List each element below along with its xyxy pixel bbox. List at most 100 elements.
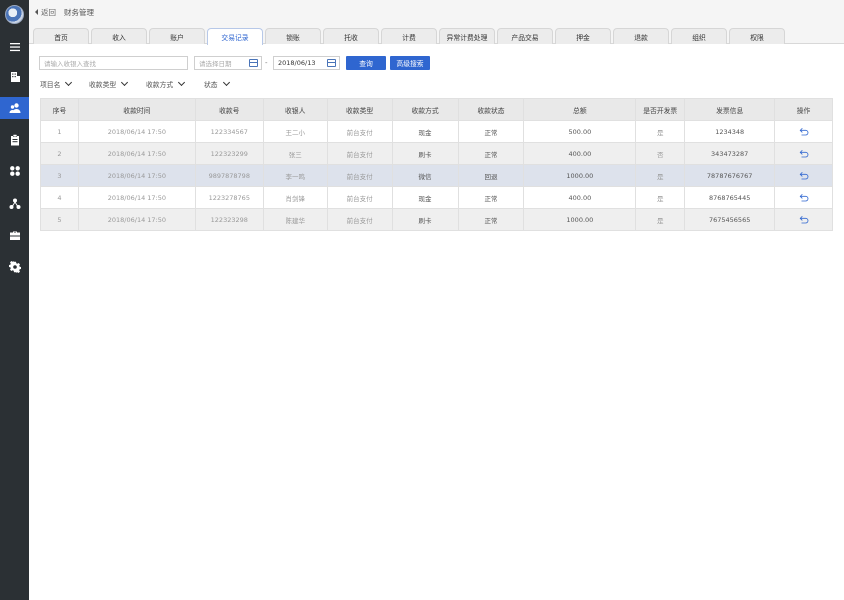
query-button[interactable]: 查询 — [346, 56, 386, 70]
calendar-icon[interactable] — [249, 59, 258, 67]
tab-permissions[interactable]: 权限 — [729, 28, 785, 44]
calendar-icon[interactable] — [327, 59, 336, 67]
users-icon[interactable] — [0, 97, 29, 119]
column-header: 收款号 — [195, 99, 264, 121]
back-label: 返回 — [41, 7, 56, 17]
column-header: 是否开发票 — [636, 99, 686, 121]
gear-icon[interactable] — [0, 256, 29, 278]
chevron-down-icon — [121, 78, 129, 87]
dropdown-label: 状态 — [204, 81, 218, 89]
tab-billing[interactable]: 计费 — [381, 28, 437, 44]
tab-home[interactable]: 首页 — [33, 28, 89, 44]
cell-invoice-flag: 是 — [636, 121, 686, 143]
cell-index: 1 — [41, 121, 79, 143]
cell-receipt-no: 9897878798 — [195, 165, 264, 187]
column-header: 收款方式 — [392, 99, 459, 121]
tab-account[interactable]: 账户 — [149, 28, 205, 44]
table-row[interactable]: 3 2018/06/14 17:50 9897878798 李一鸣 前台支付 微… — [41, 165, 834, 187]
cell-index: 5 — [41, 209, 79, 231]
cell-time: 2018/06/14 17:50 — [78, 209, 196, 231]
table-row[interactable]: 4 2018/06/14 17:50 1223278765 肖剑锋 前台支付 现… — [41, 187, 834, 209]
column-header: 收款时间 — [78, 99, 196, 121]
project-dropdown[interactable]: 项目名 — [40, 78, 73, 89]
cell-status: 正常 — [458, 187, 525, 209]
cell-invoice-flag: 是 — [636, 165, 686, 187]
network-icon[interactable] — [0, 193, 29, 215]
dropdown-label: 项目名 — [40, 81, 61, 89]
cell-invoice-info: 343473287 — [685, 143, 776, 165]
date-start-placeholder: 请选择日期 — [199, 60, 232, 68]
top-bar: 返回 财务管理 — [29, 0, 844, 24]
cell-type: 前台支付 — [327, 209, 393, 231]
search-input[interactable]: 请输入收银入查找 — [39, 56, 188, 70]
column-header: 总额 — [524, 99, 637, 121]
cell-amount: 1000.00 — [524, 165, 637, 187]
apps-icon[interactable] — [0, 160, 29, 182]
cell-cashier: 张三 — [263, 143, 328, 165]
cell-invoice-info: 8768765445 — [685, 187, 776, 209]
column-header: 发票信息 — [685, 99, 776, 121]
cell-status: 回退 — [458, 165, 525, 187]
undo-icon[interactable] — [775, 187, 834, 209]
cell-amount: 400.00 — [524, 143, 637, 165]
tab-collection[interactable]: 托收 — [323, 28, 379, 44]
undo-icon[interactable] — [775, 209, 834, 231]
clipboard-icon[interactable] — [0, 129, 29, 151]
back-link[interactable]: 返回 — [35, 7, 56, 18]
chevron-down-icon — [222, 78, 230, 87]
table-row[interactable]: 1 2018/06/14 17:50 122334567 王二小 前台支付 现金… — [41, 121, 834, 143]
cell-index: 2 — [41, 143, 79, 165]
tab-deposit[interactable]: 押金 — [555, 28, 611, 44]
tab-abnormal-billing[interactable]: 异常计费处理 — [439, 28, 495, 44]
tab-bar: 首页 收入 账户 交易记录 锁账 托收 计费 异常计费处理 产品交易 押金 退款… — [29, 24, 844, 45]
column-header: 操作 — [775, 99, 834, 121]
date-end-field[interactable]: 2018/06/13 — [273, 56, 340, 70]
cell-invoice-flag: 是 — [636, 187, 686, 209]
cell-cashier: 王二小 — [263, 121, 328, 143]
cell-cashier: 肖剑锋 — [263, 187, 328, 209]
search-placeholder: 请输入收银入查找 — [44, 60, 96, 68]
undo-icon[interactable] — [775, 143, 834, 165]
cell-time: 2018/06/14 17:50 — [78, 165, 196, 187]
cell-type: 前台支付 — [327, 165, 393, 187]
breadcrumb: 财务管理 — [64, 7, 94, 17]
payment-method-dropdown[interactable]: 收款方式 — [146, 78, 186, 89]
table-row[interactable]: 2 2018/06/14 17:50 122323299 张三 前台支付 刷卡 … — [41, 143, 834, 165]
tab-organization[interactable]: 组织 — [671, 28, 727, 44]
cell-time: 2018/06/14 17:50 — [78, 143, 196, 165]
tab-refund[interactable]: 退款 — [613, 28, 669, 44]
back-arrow-icon — [35, 9, 38, 15]
cell-invoice-flag: 否 — [636, 143, 686, 165]
briefcase-icon[interactable] — [0, 225, 29, 247]
cell-amount: 500.00 — [524, 121, 637, 143]
cell-receipt-no: 122323298 — [195, 209, 264, 231]
building-icon[interactable] — [0, 66, 29, 88]
cell-amount: 400.00 — [524, 187, 637, 209]
cell-receipt-no: 1223278765 — [195, 187, 264, 209]
cell-status: 正常 — [458, 143, 525, 165]
tab-transactions[interactable]: 交易记录 — [207, 28, 263, 45]
cell-receipt-no: 122323299 — [195, 143, 264, 165]
cell-index: 4 — [41, 187, 79, 209]
dropdown-label: 收款类型 — [89, 81, 117, 89]
tab-product-trade[interactable]: 产品交易 — [497, 28, 553, 44]
table-row[interactable]: 5 2018/06/14 17:50 122323298 陈建华 前台支付 刷卡… — [41, 209, 834, 231]
undo-icon[interactable] — [775, 165, 834, 187]
logo-avatar[interactable] — [5, 5, 24, 24]
payment-type-dropdown[interactable]: 收款类型 — [89, 78, 129, 89]
cell-status: 正常 — [458, 121, 525, 143]
cell-type: 前台支付 — [327, 121, 393, 143]
cell-invoice-flag: 是 — [636, 209, 686, 231]
advanced-search-button[interactable]: 高级搜索 — [390, 56, 430, 70]
cell-method: 刷卡 — [392, 209, 459, 231]
menu-icon[interactable] — [0, 36, 29, 58]
date-separator: - — [265, 59, 268, 67]
cell-type: 前台支付 — [327, 143, 393, 165]
column-header: 收款状态 — [458, 99, 525, 121]
cell-amount: 1000.00 — [524, 209, 637, 231]
undo-icon[interactable] — [775, 121, 834, 143]
tab-lock[interactable]: 锁账 — [265, 28, 321, 44]
date-start-field[interactable]: 请选择日期 — [194, 56, 262, 70]
status-dropdown[interactable]: 状态 — [204, 78, 230, 89]
tab-income[interactable]: 收入 — [91, 28, 147, 44]
